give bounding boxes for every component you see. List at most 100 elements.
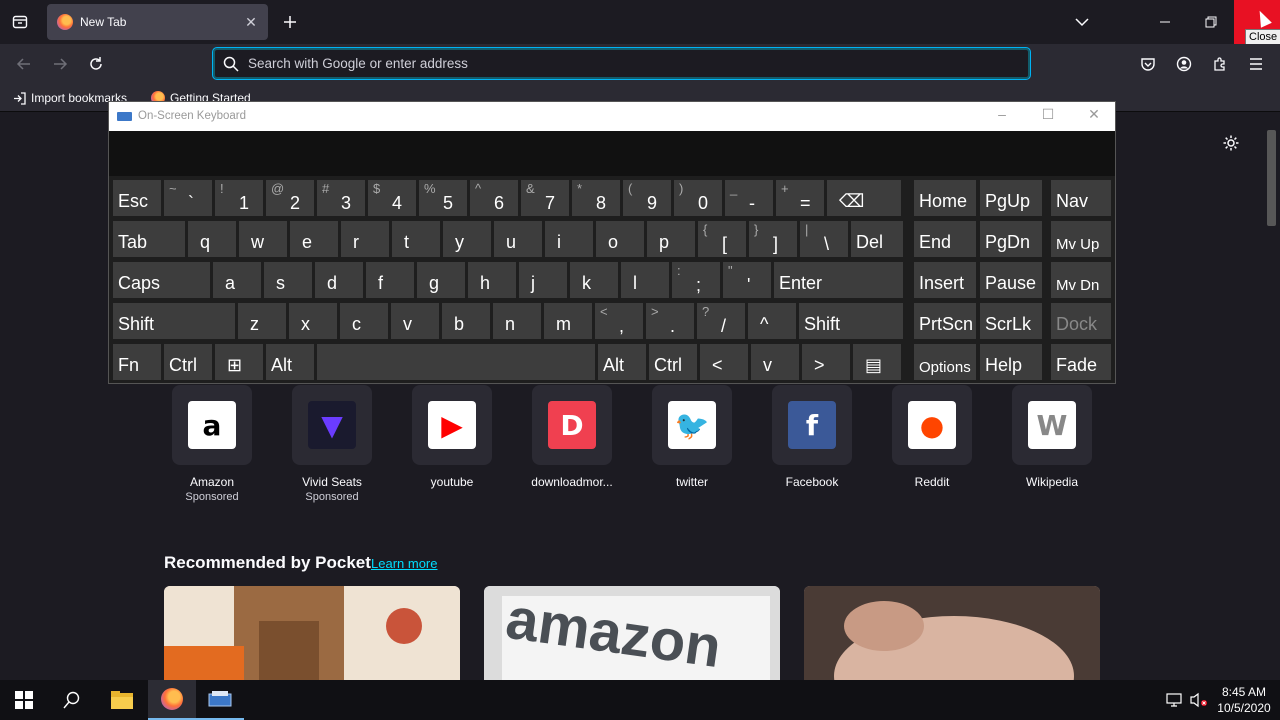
file-explorer-button[interactable]: [98, 680, 146, 720]
pocket-learn-more-link[interactable]: Learn more: [371, 556, 437, 571]
osk-key[interactable]: l: [621, 262, 669, 298]
tab-list-icon[interactable]: [6, 8, 34, 36]
osk-key[interactable]: m: [544, 303, 592, 339]
osk-key[interactable]: a: [213, 262, 261, 298]
osk-key[interactable]: j: [519, 262, 567, 298]
osk-minimize-button[interactable]: –: [992, 106, 1012, 122]
shortcut-tile[interactable]: ▶ youtube: [402, 385, 502, 489]
osk-key[interactable]: {[: [698, 221, 746, 257]
osk-key[interactable]: Ctrl: [649, 344, 697, 380]
osk-close-button[interactable]: ✕: [1084, 106, 1104, 123]
osk-key[interactable]: g: [417, 262, 465, 298]
osk-key[interactable]: $4: [368, 180, 416, 216]
volume-muted-icon[interactable]: [1190, 692, 1208, 713]
osk-key[interactable]: Fn: [113, 344, 161, 380]
osk-key[interactable]: & 7: [521, 180, 569, 216]
tab-new-tab[interactable]: New Tab ✕: [47, 4, 268, 40]
osk-key[interactable]: ) 0: [674, 180, 722, 216]
osk-key[interactable]: Enter: [774, 262, 903, 298]
osk-key[interactable]: ? /: [697, 303, 745, 339]
osk-key[interactable]: v: [751, 344, 799, 380]
osk-key[interactable]: }]: [749, 221, 797, 257]
osk-key[interactable]: <,: [595, 303, 643, 339]
osk-key[interactable]: _ -: [725, 180, 773, 216]
osk-key[interactable]: p: [647, 221, 695, 257]
osk-nav-key[interactable]: Help: [980, 344, 1042, 380]
osk-nav-key[interactable]: PgDn: [980, 221, 1042, 257]
osk-nav-key[interactable]: PgUp: [980, 180, 1042, 216]
osk-key[interactable]: * 8: [572, 180, 620, 216]
osk-key[interactable]: b: [442, 303, 490, 339]
osk-key[interactable]: Shift: [799, 303, 903, 339]
pocket-card-3[interactable]: [804, 586, 1100, 680]
osk-key[interactable]: z: [238, 303, 286, 339]
osk-nav-key[interactable]: Mv Dn: [1051, 262, 1111, 298]
osk-key[interactable]: % 5: [419, 180, 467, 216]
list-all-tabs-icon[interactable]: [1068, 8, 1096, 36]
shortcut-tile[interactable]: W Wikipedia: [1002, 385, 1102, 489]
osk-nav-key[interactable]: Nav: [1051, 180, 1111, 216]
osk-title-bar[interactable]: On-Screen Keyboard – ☐ ✕: [109, 102, 1115, 131]
osk-key[interactable]: ! 1: [215, 180, 263, 216]
osk-key[interactable]: e: [290, 221, 338, 257]
search-button[interactable]: [48, 680, 96, 720]
shortcut-tile[interactable]: f Facebook: [762, 385, 862, 489]
osk-key[interactable]: d: [315, 262, 363, 298]
osk-nav-key[interactable]: End: [914, 221, 976, 257]
start-button[interactable]: [0, 680, 48, 720]
osk-key[interactable]: Caps: [113, 262, 210, 298]
osk-key[interactable]: ~ `: [164, 180, 212, 216]
osk-key[interactable]: o: [596, 221, 644, 257]
osk-key[interactable]: r: [341, 221, 389, 257]
forward-icon[interactable]: [46, 50, 74, 78]
shortcut-tile[interactable]: ● Reddit: [882, 385, 982, 489]
osk-key[interactable]: ▤: [853, 344, 901, 380]
osk-key[interactable]: i: [545, 221, 593, 257]
osk-key[interactable]: h: [468, 262, 516, 298]
osk-key[interactable]: x: [289, 303, 337, 339]
osk-key[interactable]: #3: [317, 180, 365, 216]
system-clock[interactable]: 8:45 AM 10/5/2020: [1214, 684, 1274, 716]
osk-key[interactable]: t: [392, 221, 440, 257]
osk-nav-key[interactable]: Home: [914, 180, 976, 216]
osk-key[interactable]: >: [802, 344, 850, 380]
osk-key[interactable]: :;: [672, 262, 720, 298]
extensions-icon[interactable]: [1206, 50, 1234, 78]
osk-key[interactable]: + =: [776, 180, 824, 216]
osk-nav-key[interactable]: Mv Up: [1051, 221, 1111, 257]
osk-key[interactable]: ⌫: [827, 180, 901, 216]
osk-key[interactable]: " ': [723, 262, 771, 298]
osk-key[interactable]: >.: [646, 303, 694, 339]
osk-key[interactable]: @2: [266, 180, 314, 216]
osk-key[interactable]: | \: [800, 221, 848, 257]
osk-key[interactable]: w: [239, 221, 287, 257]
osk-key[interactable]: Shift: [113, 303, 235, 339]
osk-key[interactable]: <: [700, 344, 748, 380]
restore-window-button[interactable]: [1197, 8, 1225, 36]
osk-key[interactable]: Tab: [113, 221, 185, 257]
osk-nav-key[interactable]: Fade: [1051, 344, 1111, 380]
pocket-card-2[interactable]: amazon: [484, 586, 780, 680]
back-icon[interactable]: [10, 50, 38, 78]
pocket-icon[interactable]: [1134, 50, 1162, 78]
osk-nav-key[interactable]: Options: [914, 344, 976, 380]
osk-key[interactable]: ⊞: [215, 344, 263, 380]
osk-key[interactable]: Ctrl: [164, 344, 212, 380]
new-tab-button[interactable]: [276, 8, 304, 36]
osk-key[interactable]: v: [391, 303, 439, 339]
osk-nav-key[interactable]: Dock: [1051, 303, 1111, 339]
osk-key[interactable]: Del: [851, 221, 903, 257]
osk-maximize-button[interactable]: ☐: [1038, 106, 1058, 123]
pocket-card-1[interactable]: [164, 586, 460, 680]
shortcut-tile[interactable]: 🐦 twitter: [642, 385, 742, 489]
osk-key[interactable]: s: [264, 262, 312, 298]
osk-key[interactable]: c: [340, 303, 388, 339]
osk-key[interactable]: f: [366, 262, 414, 298]
page-scrollbar[interactable]: [1263, 112, 1280, 680]
shortcut-tile[interactable]: a Amazon Sponsored: [162, 385, 262, 503]
osk-key[interactable]: q: [188, 221, 236, 257]
address-bar[interactable]: Search with Google or enter address: [212, 47, 1031, 80]
account-icon[interactable]: [1170, 50, 1198, 78]
osk-key[interactable]: n: [493, 303, 541, 339]
minimize-window-button[interactable]: [1151, 8, 1179, 36]
